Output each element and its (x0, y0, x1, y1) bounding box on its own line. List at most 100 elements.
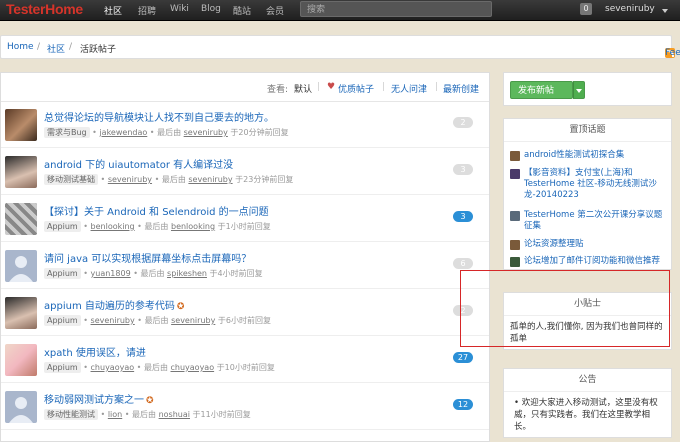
tip-title: 小贴士 (504, 293, 671, 316)
author-link[interactable]: chuyaoyao (91, 363, 135, 372)
user-menu[interactable]: seveniruby (605, 4, 655, 14)
last-reply-user[interactable]: seveniruby (188, 175, 232, 184)
breadcrumb-community[interactable]: 社区 (47, 42, 65, 55)
avatar[interactable] (5, 109, 37, 141)
site-logo[interactable]: TesterHome (6, 1, 83, 17)
author-link[interactable]: benlooking (91, 222, 135, 231)
nav-blog[interactable]: Blog (201, 4, 221, 14)
last-reply-user[interactable]: seveniruby (171, 316, 215, 325)
nav-community[interactable]: 社区 (104, 4, 122, 17)
tip-box: 小贴士 孤单的人,我们懂你, 因为我们也曾同样的孤单 (503, 292, 672, 350)
reply-count-badge[interactable]: 2 (453, 305, 473, 316)
reply-time: 于10小时前回复 (216, 363, 275, 372)
nav-wiki[interactable]: Wiki (170, 4, 189, 14)
last-reply-label: 最后由 (140, 269, 165, 278)
node-tag[interactable]: Appium (44, 268, 81, 279)
new-topic-dropdown-button[interactable] (573, 81, 585, 99)
last-reply-label: 最后由 (143, 363, 168, 372)
avatar[interactable] (510, 151, 520, 161)
heart-icon: ♥ (327, 82, 336, 92)
pinned-item[interactable]: TesterHome 第二次公开课分享议题征集 (524, 210, 664, 232)
reply-time: 于20分钟前回复 (230, 128, 289, 137)
nav-jobs[interactable]: 招聘 (138, 4, 156, 17)
new-topic-button[interactable]: 发布新帖 (510, 81, 573, 99)
node-tag[interactable]: Appium (44, 315, 81, 326)
author-link[interactable]: yuan1809 (91, 269, 131, 278)
author-link[interactable]: seveniruby (108, 175, 152, 184)
search-input[interactable]: 搜索 (300, 1, 492, 17)
avatar[interactable] (5, 344, 37, 376)
breadcrumb: Home / 社区 / 活跃帖子 Feed (0, 35, 680, 59)
nav-sites[interactable]: 酷站 (233, 4, 251, 17)
award-icon: ✪ (176, 302, 185, 312)
pinned-item[interactable]: 论坛增加了邮件订阅功能和微信推荐 (524, 256, 660, 267)
last-reply-label: 最后由 (144, 316, 169, 325)
topic-meta: Appium • yuan1809 • 最后由 spikeshen 于4小时前回… (44, 268, 263, 279)
topic-title[interactable]: 请问 java 可以实现根据屏幕坐标点击屏幕吗？ (44, 250, 251, 265)
filter-excellent[interactable]: 优质帖子 (338, 82, 374, 95)
filter-label: 查看: (267, 85, 289, 95)
node-tag[interactable]: Appium (44, 362, 81, 373)
avatar[interactable] (5, 250, 37, 282)
topic-filters: 查看: 默认 | ♥ 优质帖子 | 无人问津 | 最新创建 (1, 73, 489, 102)
reply-count-badge[interactable]: 12 (453, 399, 473, 410)
author-link[interactable]: lion (108, 410, 122, 419)
pinned-topics-box: 置顶话题 android性能测试初探合集 【影音资料】支付宝(上海)和Teste… (503, 118, 672, 270)
topic-title[interactable]: 【探讨】关于 Android 和 Selendroid 的一点问题 (44, 203, 269, 218)
topic-title[interactable]: 移动弱网测试方案之一 ✪ (44, 391, 154, 406)
last-reply-user[interactable]: chuyaoyao (171, 363, 215, 372)
topic-title[interactable]: appium 自动遍历的参考代码 ✪ (44, 297, 184, 312)
topic-meta: 需求与Bug • jakewendao • 最后由 seveniruby 于20… (44, 127, 289, 138)
reply-count-badge[interactable]: 6 (453, 258, 473, 269)
last-reply-user[interactable]: benlooking (171, 222, 215, 231)
breadcrumb-home[interactable]: Home (7, 42, 34, 52)
pinned-item[interactable]: android性能测试初探合集 (524, 150, 624, 161)
notice-box: 公告 • 欢迎大家进入移动测试，这里没有权威，只有实践者。我们在这里教学相长。 (503, 368, 672, 438)
avatar[interactable] (510, 211, 520, 221)
tip-text: 孤单的人,我们懂你, 因为我们也曾同样的孤单 (510, 322, 663, 344)
avatar[interactable] (5, 156, 37, 188)
last-reply-user[interactable]: noshuai (159, 410, 190, 419)
reply-count-badge[interactable]: 27 (453, 352, 473, 363)
author-link[interactable]: jakewendao (99, 128, 147, 137)
avatar[interactable] (5, 297, 37, 329)
node-tag[interactable]: 需求与Bug (44, 127, 90, 138)
pinned-item[interactable]: 论坛资源整理贴 (524, 239, 584, 250)
node-tag[interactable]: 移动测试基础 (44, 174, 98, 185)
topic-row[interactable]: 请问 java 可以实现根据屏幕坐标点击屏幕吗？ Appium • yuan18… (1, 242, 489, 289)
last-reply-user[interactable]: seveniruby (184, 128, 228, 137)
topic-row[interactable]: xpath 使用误区，请进 Appium • chuyaoyao • 最后由 c… (1, 336, 489, 383)
last-reply-user[interactable]: spikeshen (167, 269, 207, 278)
topic-row[interactable]: 总觉得论坛的导航模块让人找不到自己要去的地方。 需求与Bug • jakewen… (1, 101, 489, 148)
filter-no-reply[interactable]: 无人问津 (391, 82, 427, 95)
node-tag[interactable]: Appium (44, 221, 81, 232)
nav-members[interactable]: 会员 (266, 4, 284, 17)
filter-latest[interactable]: 最新创建 (443, 82, 479, 95)
avatar[interactable] (510, 169, 520, 179)
default-avatar-icon (9, 256, 33, 282)
topic-title[interactable]: xpath 使用误区，请进 (44, 344, 146, 359)
notification-badge[interactable]: 0 (580, 3, 592, 15)
topic-row[interactable]: android 下的 uiautomator 有人编译过没 移动测试基础 • s… (1, 148, 489, 195)
reply-count-badge[interactable]: 3 (453, 211, 473, 222)
topic-title[interactable]: android 下的 uiautomator 有人编译过没 (44, 156, 233, 171)
reply-count-badge[interactable]: 3 (453, 164, 473, 175)
avatar[interactable] (5, 203, 37, 235)
avatar[interactable] (510, 240, 520, 250)
author-link[interactable]: seveniruby (91, 316, 135, 325)
breadcrumb-separator: / (69, 42, 73, 52)
topic-row[interactable]: appium 自动遍历的参考代码 ✪ Appium • seveniruby • … (1, 289, 489, 336)
topic-title-text: 移动弱网测试方案之一 (44, 395, 144, 406)
avatar[interactable] (5, 391, 37, 423)
filter-default[interactable]: 默认 (294, 82, 312, 95)
reply-time: 于4小时前回复 (209, 269, 263, 278)
avatar[interactable] (510, 257, 520, 267)
node-tag[interactable]: 移动性能测试 (44, 409, 98, 420)
chevron-down-icon[interactable] (662, 9, 668, 13)
pinned-item[interactable]: 【影音资料】支付宝(上海)和TesterHome 社区-移动无线测试沙龙-201… (524, 168, 664, 201)
topic-title[interactable]: 总觉得论坛的导航模块让人找不到自己要去的地方。 (44, 109, 274, 124)
topic-row[interactable]: 移动弱网测试方案之一 ✪ 移动性能测试 • lion • 最后由 noshuai … (1, 383, 489, 430)
reply-time: 于1小时前回复 (217, 222, 271, 231)
reply-count-badge[interactable]: 2 (453, 117, 473, 128)
topic-row[interactable]: 【探讨】关于 Android 和 Selendroid 的一点问题 Appium… (1, 195, 489, 242)
